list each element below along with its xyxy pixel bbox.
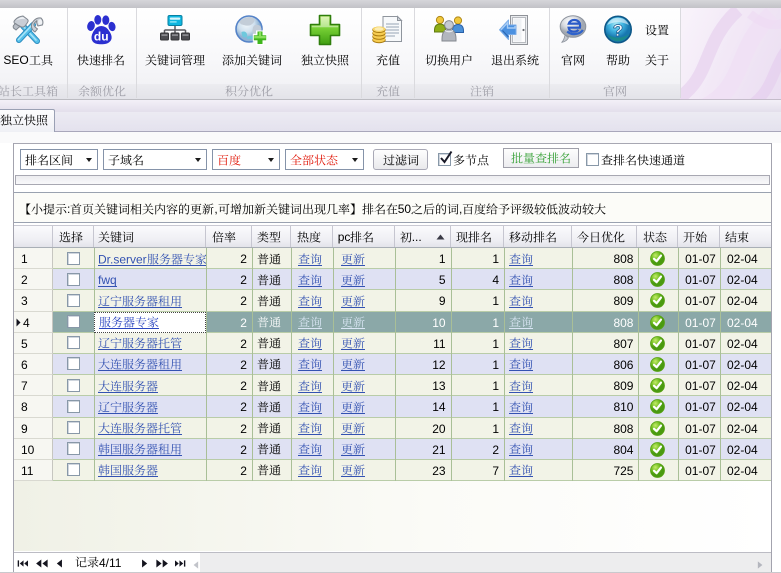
svg-text:?: ? — [613, 21, 623, 40]
svg-text:du: du — [94, 30, 109, 44]
